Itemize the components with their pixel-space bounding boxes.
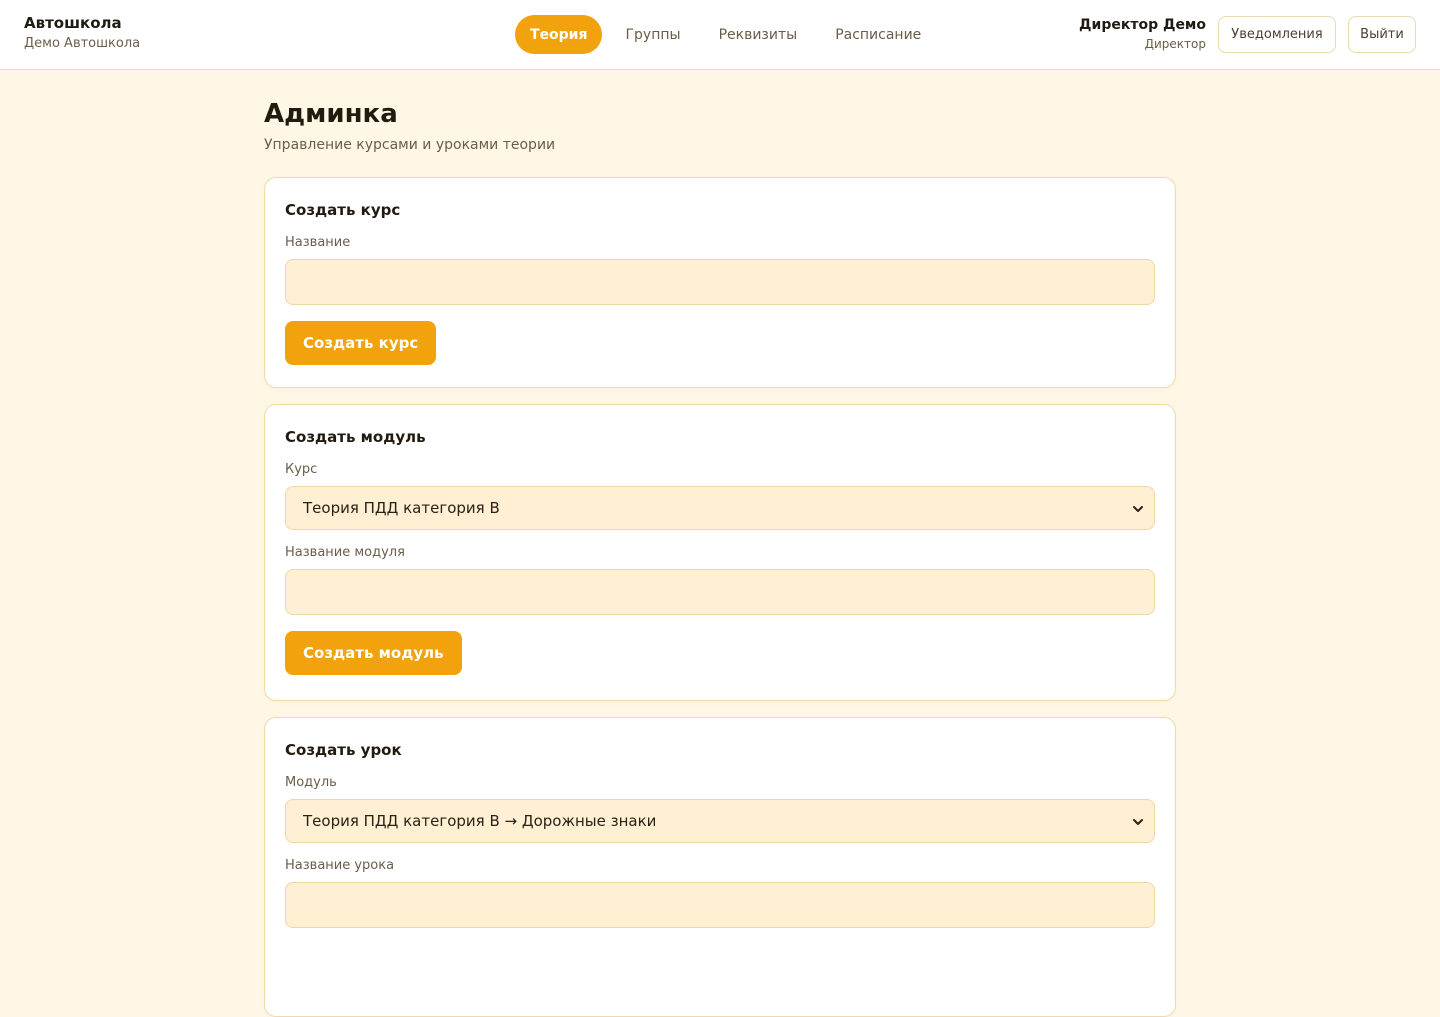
course-name-input[interactable] — [285, 259, 1155, 305]
create-course-card: Создать курс Название Создать курс — [264, 177, 1176, 388]
module-course-label: Курс — [285, 462, 318, 477]
lesson-name-input[interactable] — [285, 882, 1155, 928]
create-lesson-card: Создать урок Модуль Теория ПДД категория… — [264, 717, 1176, 1017]
user-name: Директор Демо — [1079, 17, 1206, 33]
nav-item-theory[interactable]: Теория — [515, 15, 603, 54]
brand[interactable]: Автошкола Демо Автошкола — [24, 13, 140, 53]
user-role: Директор — [1144, 37, 1206, 51]
lesson-module-select[interactable]: Теория ПДД категория B → Дорожные знаки — [285, 799, 1155, 843]
chevron-down-icon — [1133, 506, 1143, 512]
create-course-button[interactable]: Создать курс — [285, 321, 437, 365]
nav-item-requisites[interactable]: Реквизиты — [704, 15, 813, 54]
nav-item-schedule[interactable]: Расписание — [820, 15, 936, 54]
lesson-module-label: Модуль — [285, 775, 337, 790]
lesson-module-select-value: Теория ПДД категория B → Дорожные знаки — [303, 812, 657, 830]
module-course-select-value: Теория ПДД категория B — [303, 499, 500, 517]
main-content: Админка Управление курсами и уроками тео… — [264, 70, 1176, 1017]
chevron-down-icon — [1133, 819, 1143, 825]
logout-button[interactable]: Выйти — [1348, 16, 1416, 53]
user-info: Директор Демо Директор — [1079, 16, 1206, 52]
notifications-button[interactable]: Уведомления — [1218, 16, 1336, 53]
brand-title: Автошкола — [24, 14, 122, 32]
brand-subtitle: Демо Автошкола — [24, 36, 141, 51]
top-bar: Автошкола Демо Автошкола Теория Группы Р… — [0, 0, 1440, 70]
module-name-input[interactable] — [285, 569, 1155, 615]
module-name-label: Название модуля — [285, 545, 405, 560]
page-title: Админка — [264, 99, 398, 129]
create-module-title: Создать модуль — [285, 428, 426, 446]
create-lesson-title: Создать урок — [285, 741, 402, 759]
create-module-card: Создать модуль Курс Теория ПДД категория… — [264, 404, 1176, 701]
module-course-select[interactable]: Теория ПДД категория B — [285, 486, 1155, 530]
lesson-name-label: Название урока — [285, 858, 395, 873]
create-module-button[interactable]: Создать модуль — [285, 631, 462, 675]
course-name-label: Название — [285, 235, 351, 250]
main-nav: Теория Группы Реквизиты Расписание — [515, 15, 944, 54]
page-subtitle: Управление курсами и уроками теории — [264, 137, 556, 153]
nav-item-groups[interactable]: Группы — [610, 15, 695, 54]
create-course-title: Создать курс — [285, 201, 401, 219]
